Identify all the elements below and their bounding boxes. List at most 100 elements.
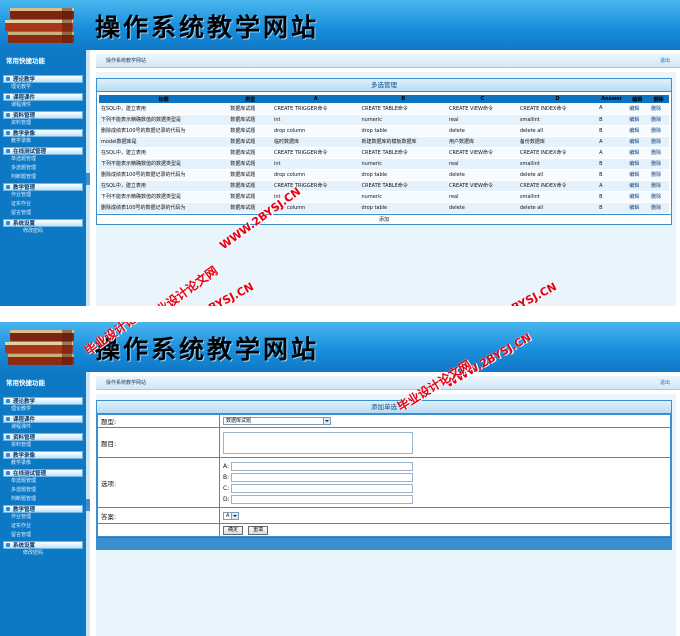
sidebar-group-title[interactable]: 理论教学 — [3, 397, 83, 405]
type-select[interactable]: 数据库试题 — [223, 417, 331, 425]
confirm-button[interactable]: 确定 — [223, 525, 244, 535]
edit-link[interactable]: 编辑 — [626, 169, 649, 181]
option-row-d: D: — [223, 494, 670, 505]
edit-link[interactable]: 编辑 — [626, 158, 649, 170]
column-header: 编辑 — [626, 95, 649, 103]
option-a-cell: drop column — [271, 169, 360, 181]
sidebar-item-single-choice[interactable]: 单选题管理 — [3, 477, 83, 486]
question-textarea[interactable] — [223, 431, 413, 454]
option-letter: B: — [223, 473, 230, 481]
delete-link[interactable]: 删除 — [648, 169, 669, 181]
content-area: 添加单选 题型: 数据库试题 题目: 选项: A: B: C: D: 答案: A… — [96, 394, 676, 636]
sidebar-item-theory[interactable]: 理论教学 — [3, 405, 83, 414]
sidebar-item-verify-homework[interactable]: 证实作业 — [3, 522, 83, 531]
screenshot-multi-choice-management: 操作系统教学网站 常用快捷功能 理论教学 理论教学 课程课件 课程课件 资料管理… — [0, 0, 680, 306]
sidebar-item-homework[interactable]: 作业管理 — [3, 513, 83, 522]
sidebar: 常用快捷功能 理论教学 理论教学 课程课件 课程课件 资料管理 资料管理 教学录… — [0, 50, 86, 306]
sidebar-item-videos[interactable]: 教学录像 — [3, 137, 83, 146]
answer-cell: A — [597, 103, 627, 115]
sidebar-item-change-password[interactable]: 修改密码 — [3, 227, 83, 236]
multi-choice-panel: 多选管理 标题 类型 A B C D Answer 编辑 删除 在SQL中，建立… — [96, 78, 672, 225]
sidebar-item-multi-choice[interactable]: 多选题管理 — [3, 164, 83, 173]
option-d-input[interactable] — [231, 494, 413, 504]
title-cell: 下列不能表示精确数值的数据类型是 — [99, 114, 229, 126]
sidebar-group-courseware: 课程课件 课程课件 — [3, 415, 83, 432]
table-row: 下列不能表示精确数值的数据类型是 数据库试题 int numeric real small… — [99, 114, 669, 126]
sidebar-group-title[interactable]: 在线测试管理 — [3, 469, 83, 477]
sidebar-group-videos: 教学录像 教学录像 — [3, 451, 83, 468]
sidebar-group-title[interactable]: 系统设置 — [3, 219, 83, 227]
option-d-cell: CREATE INDEX命令 — [517, 103, 598, 115]
site-title: 操作系统教学网站 — [95, 335, 320, 364]
sidebar-group-title[interactable]: 课程课件 — [3, 415, 83, 423]
table-row: 在SQL中，建立表用 数据库试题 CREATE TRIGGER命令 CREATE TA… — [99, 103, 669, 115]
sidebar-item-true-false[interactable]: 判断题管理 — [3, 173, 83, 182]
edit-link[interactable]: 编辑 — [626, 136, 649, 148]
logout-link[interactable]: 退出 — [660, 57, 670, 64]
delete-link[interactable]: 删除 — [648, 147, 669, 159]
sidebar-group-title[interactable]: 资料管理 — [3, 111, 83, 119]
delete-link[interactable]: 删除 — [648, 158, 669, 170]
screenshot-add-single-choice: 操作系统教学网站 常用快捷功能 理论教学 理论教学 课程课件 课程课件 资料管理… — [0, 322, 680, 636]
breadcrumb-bar: 操作系统教学网站 退出 — [96, 376, 680, 390]
title-cell: 下列不能表示精确数值的数据类型是 — [99, 191, 229, 203]
sidebar-item-multi-choice[interactable]: 多选题管理 — [3, 486, 83, 495]
panel-title: 添加单选 — [97, 401, 671, 414]
table-wrap: 标题 类型 A B C D Answer 编辑 删除 在SQL中，建立表用 数据库… — [97, 92, 671, 214]
sidebar-item-messages[interactable]: 留言管理 — [3, 531, 83, 540]
sidebar-group-title[interactable]: 教学录像 — [3, 451, 83, 459]
delete-link[interactable]: 删除 — [648, 191, 669, 203]
reset-button[interactable]: 重填 — [248, 525, 269, 535]
delete-link[interactable]: 删除 — [648, 114, 669, 126]
sidebar-group-title[interactable]: 教学管理 — [3, 505, 83, 513]
content-area: 多选管理 标题 类型 A B C D Answer 编辑 删除 在SQL中，建立… — [96, 72, 676, 306]
sidebar-item-materials[interactable]: 资料管理 — [3, 119, 83, 128]
sidebar-item-courseware[interactable]: 课程课件 — [3, 101, 83, 110]
sidebar-group-title[interactable]: 教学录像 — [3, 129, 83, 137]
main-area: 操作系统教学网站 退出 添加单选 题型: 数据库试题 题目: 选项: A: B:… — [90, 372, 680, 636]
edit-link[interactable]: 编辑 — [626, 103, 649, 115]
option-b-cell: numeric — [359, 191, 448, 203]
answer-select[interactable]: A — [223, 511, 239, 520]
sidebar-group-title[interactable]: 系统设置 — [3, 541, 83, 549]
edit-link[interactable]: 编辑 — [626, 125, 649, 137]
delete-link[interactable]: 删除 — [648, 180, 669, 192]
option-b-cell: drop table — [359, 125, 448, 137]
sidebar-item-verify-homework[interactable]: 证实作业 — [3, 200, 83, 209]
edit-link[interactable]: 编辑 — [626, 147, 649, 159]
sidebar-item-homework[interactable]: 作业管理 — [3, 191, 83, 200]
table-row: 在SQL中，建立表用 数据库试题 CREATE TRIGGER命令 CREATE TA… — [99, 147, 669, 159]
sidebar-group-title[interactable]: 教学管理 — [3, 183, 83, 191]
edit-link[interactable]: 编辑 — [626, 114, 649, 126]
questions-table: 标题 类型 A B C D Answer 编辑 删除 在SQL中，建立表用 数据库… — [99, 95, 669, 214]
option-b-cell: CREATE TABLE命令 — [359, 103, 448, 115]
breadcrumb: 操作系统教学网站 — [106, 380, 147, 386]
delete-link[interactable]: 删除 — [648, 125, 669, 137]
delete-link[interactable]: 删除 — [648, 202, 669, 214]
sidebar-group-title[interactable]: 资料管理 — [3, 433, 83, 441]
sidebar-group-title[interactable]: 理论教学 — [3, 75, 83, 83]
add-link[interactable]: 添加 — [97, 213, 671, 224]
sidebar-group-title[interactable]: 在线测试管理 — [3, 147, 83, 155]
option-b-input[interactable] — [231, 472, 413, 482]
option-c-input[interactable] — [231, 483, 413, 493]
delete-link[interactable]: 删除 — [648, 136, 669, 148]
edit-link[interactable]: 编辑 — [626, 180, 649, 192]
sidebar-group-title[interactable]: 课程课件 — [3, 93, 83, 101]
edit-link[interactable]: 编辑 — [626, 191, 649, 203]
option-a-input[interactable] — [231, 461, 413, 471]
sidebar-item-messages[interactable]: 留言管理 — [3, 209, 83, 218]
sidebar-item-videos[interactable]: 教学录像 — [3, 459, 83, 468]
sidebar-item-single-choice[interactable]: 单选题管理 — [3, 155, 83, 164]
form-row-options: 选项: A: B: C: D: — [97, 457, 671, 508]
sidebar-group-theory: 理论教学 理论教学 — [3, 75, 83, 92]
table-row: 删除成绩表100号的数据记录的代码为 数据库试题 drop column drop t… — [99, 169, 669, 181]
delete-link[interactable]: 删除 — [648, 103, 669, 115]
sidebar-item-theory[interactable]: 理论教学 — [3, 83, 83, 92]
edit-link[interactable]: 编辑 — [626, 202, 649, 214]
sidebar-item-courseware[interactable]: 课程课件 — [3, 423, 83, 432]
sidebar-item-true-false[interactable]: 判断题管理 — [3, 495, 83, 504]
sidebar-item-materials[interactable]: 资料管理 — [3, 441, 83, 450]
logout-link[interactable]: 退出 — [660, 379, 670, 386]
sidebar-item-change-password[interactable]: 修改密码 — [3, 549, 83, 558]
